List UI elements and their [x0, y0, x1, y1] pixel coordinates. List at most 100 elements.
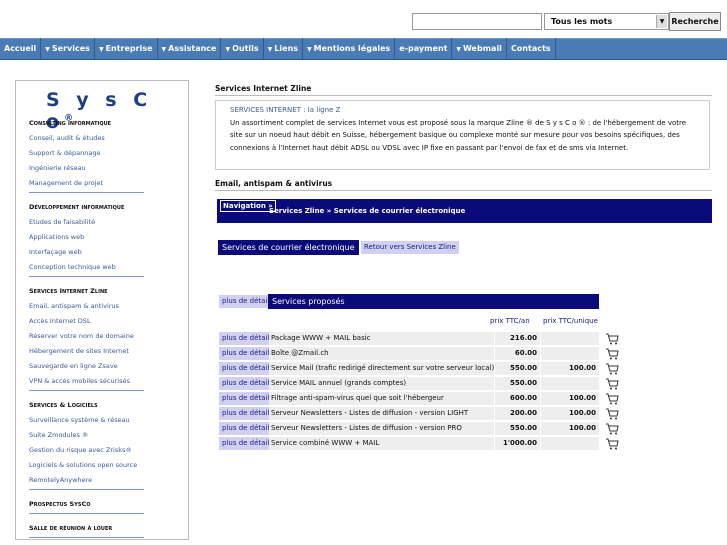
nav-item-label: Services [51, 44, 90, 53]
sidebar-link[interactable]: Gestion du risque avec Zrisks® [29, 446, 132, 454]
price-year: 550.00 [495, 422, 540, 435]
sidebar-link[interactable]: Surveillance système & réseau [29, 416, 130, 424]
nav-item-label: Mentions légales [313, 44, 391, 53]
sidebar-link[interactable]: Accès Internet DSL [29, 317, 91, 325]
sidebar-link[interactable]: Interfaçage web [29, 248, 82, 256]
sidebar-link[interactable]: Sauvegarde en ligne Zsave [29, 362, 118, 370]
nav-item[interactable]: ▼ Liens [264, 38, 304, 60]
price-year: 200.00 [495, 407, 540, 420]
sidebar-section-title[interactable]: Services & Logiciels [29, 401, 98, 409]
price-unit: 100.00 [541, 422, 599, 435]
price-unit [541, 377, 599, 390]
shopping-cart-icon[interactable] [605, 333, 619, 345]
sidebar-link[interactable]: RemotelyAnywhere [29, 476, 92, 484]
shopping-cart-icon[interactable] [605, 348, 619, 360]
sidebar-link[interactable]: Conseil, audit & études [29, 134, 105, 142]
sidebar-link[interactable]: Hébergement de sites Internet [29, 347, 129, 355]
detail-link[interactable]: plus de détail [219, 295, 273, 308]
service-description: Service Mail (trafic redirigé directemen… [269, 362, 494, 375]
table-title: Services proposés [268, 294, 599, 309]
detail-link[interactable]: plus de détail [219, 392, 273, 405]
sidebar-link[interactable]: Applications web [29, 233, 84, 241]
nav-item-label: e-payment [399, 44, 448, 53]
sidebar-section-title[interactable]: Salle de réunion à louer [29, 524, 112, 532]
detail-link[interactable]: plus de détail [219, 362, 273, 375]
price-year: 1'000.00 [495, 437, 540, 450]
sidebar-link[interactable]: Réserver votre nom de domaine [29, 332, 134, 340]
chevron-down-icon: ▼ [98, 46, 104, 53]
section-title-email: Email, antispam & antivirus [215, 179, 333, 188]
intro-line: site sur un noeud haut débit en Suisse, … [230, 131, 680, 139]
table-row: plus de détail Package WWW + MAIL basic 21… [219, 332, 599, 345]
nav-item[interactable]: ▼ Entreprise [95, 38, 158, 60]
nav-item[interactable]: ▼ Services [41, 38, 95, 60]
intro-line: connexions à l'Internet haut débit ADSL … [230, 143, 629, 152]
sidebar-section-title[interactable]: Services Internet Zline [29, 287, 108, 295]
detail-link[interactable]: plus de détail [219, 332, 273, 345]
breadcrumb: Navigation » Services Zline » Services d… [217, 199, 712, 223]
shopping-cart-icon[interactable] [605, 408, 619, 420]
search-mode-select[interactable]: Tous les mots ▼ [544, 13, 669, 30]
table-row: plus de détail Serveur Newsletters - List… [219, 422, 599, 435]
search-input[interactable] [412, 13, 542, 30]
table-row: plus de détail Service Mail (trafic redir… [219, 362, 599, 375]
shopping-cart-icon[interactable] [605, 423, 619, 435]
main-navigation: Accueil ▼ Services ▼ Entreprise ▼ Assistance ▼ O… [0, 38, 727, 60]
intro-box: SERVICES INTERNET : la ligne Z Un assort… [215, 100, 710, 170]
service-title: Services de courrier électronique [218, 240, 359, 255]
service-description: Service combiné WWW + MAIL [269, 437, 494, 450]
sidebar-divider [29, 390, 144, 391]
shopping-cart-icon[interactable] [605, 363, 619, 375]
table-row: plus de détail Service combiné WWW + MAIL… [219, 437, 599, 450]
shopping-cart-icon[interactable] [605, 378, 619, 390]
sidebar-section-title[interactable]: Prospectus SysCo [29, 500, 90, 508]
sidebar-link[interactable]: Email, antispam & antivirus [29, 302, 119, 310]
sidebar-link[interactable]: Support & dépannage [29, 149, 100, 157]
sidebar-divider [29, 513, 144, 514]
price-unit: 100.00 [541, 362, 599, 375]
sidebar-section-title[interactable]: Consulting informatique [29, 119, 111, 127]
intro-heading: SERVICES INTERNET : la ligne Z [230, 106, 341, 114]
table-row: plus de détail Serveur Newsletters - List… [219, 407, 599, 420]
shopping-cart-icon[interactable] [605, 393, 619, 405]
detail-link[interactable]: plus de détail [219, 422, 273, 435]
sidebar-link[interactable]: Logiciels & solutions open source [29, 461, 137, 469]
detail-link[interactable]: plus de détail [219, 347, 273, 360]
sidebar-divider [29, 276, 144, 277]
sidebar-link[interactable]: Ingénierie réseau [29, 164, 86, 172]
nav-item[interactable]: Accueil [0, 38, 42, 60]
detail-link[interactable]: plus de détail [219, 377, 273, 390]
price-unit: 100.00 [541, 392, 599, 405]
sidebar-link[interactable]: Management de projet [29, 179, 103, 187]
sidebar-divider [29, 489, 144, 490]
detail-link[interactable]: plus de détail [219, 407, 273, 420]
nav-item[interactable]: ▼ Mentions légales [303, 38, 396, 60]
sidebar-section-title[interactable]: Développement informatique [29, 203, 124, 211]
nav-item-label: Entreprise [105, 44, 153, 53]
detail-link[interactable]: plus de détail [219, 437, 273, 450]
nav-item[interactable]: ▼ Assistance [158, 38, 222, 60]
nav-item[interactable]: ▼ Webmail [452, 38, 507, 60]
service-description: Service MAIL annuel (grands comptes) [269, 377, 494, 390]
chevron-down-icon[interactable]: ▼ [656, 15, 667, 28]
price-unit [541, 437, 599, 450]
nav-item[interactable]: ▼ Outils [221, 38, 264, 60]
nav-item-label: Accueil [4, 44, 37, 53]
back-link[interactable]: Retour vers Services Zline [361, 241, 459, 254]
column-header-unit: prix TTC/unique [543, 317, 598, 325]
sidebar-link[interactable]: Suite Zmodules ® [29, 431, 88, 439]
sidebar-link[interactable]: VPN & accès mobiles sécurisés [29, 377, 130, 385]
price-year: 600.00 [495, 392, 540, 405]
shopping-cart-icon[interactable] [605, 438, 619, 450]
sidebar-link[interactable]: Conception technique web [29, 263, 116, 271]
nav-item-label: Webmail [463, 44, 502, 53]
nav-item[interactable]: Contacts [507, 38, 556, 60]
nav-item[interactable]: e-payment [395, 38, 453, 60]
service-description: Serveur Newsletters - Listes de diffusio… [269, 407, 494, 420]
sidebar-link[interactable]: Etudes de faisabilité [29, 218, 95, 226]
chevron-down-icon: ▼ [267, 46, 273, 53]
search-mode-value: Tous les mots [551, 17, 613, 26]
price-year: 60.00 [495, 347, 540, 360]
breadcrumb-path[interactable]: Services Zline » Services de courrier él… [269, 207, 465, 215]
search-button[interactable]: Recherche [669, 12, 721, 31]
